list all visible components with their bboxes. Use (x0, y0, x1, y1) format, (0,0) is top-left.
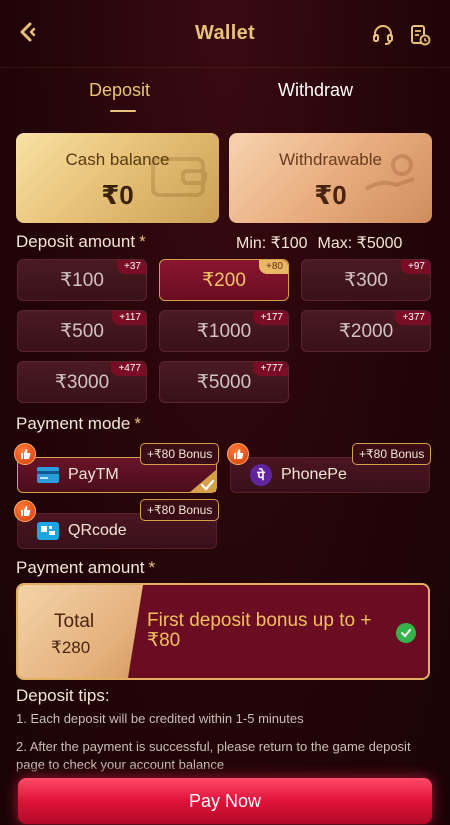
amount-label: ₹300 (344, 269, 388, 291)
payment-amount-box: Total ₹280 First deposit bonus up to +₹8… (16, 583, 430, 680)
back-arrow-icon (15, 20, 39, 49)
page-title: Wallet (195, 22, 255, 44)
withdrawable-card: Withdrawable ₹0 (229, 133, 432, 223)
deposit-limits: Min: ₹100 Max: ₹5000 (236, 233, 412, 253)
svg-text:पे: पे (256, 468, 265, 484)
thumbs-up-icon (14, 443, 36, 465)
min-deposit: Min: ₹100 (236, 235, 308, 252)
total-label: Total (54, 611, 95, 632)
bonus-badge: +117 (112, 311, 146, 325)
amount-label: ₹500 (60, 320, 104, 342)
pay-now-button[interactable]: Pay Now (18, 778, 432, 824)
bonus-badge: +177 (253, 311, 288, 325)
withdrawable-value: ₹0 (314, 180, 347, 210)
amount-label: ₹1000 (196, 320, 252, 342)
check-circle-icon (396, 623, 416, 643)
amount-option-5000[interactable]: ₹5000 +777 (159, 361, 289, 403)
qrcode-icon (36, 519, 60, 543)
amount-label: ₹5000 (196, 371, 252, 393)
payment-amount-title: Payment amount * (16, 558, 155, 578)
tip-item: 1. Each deposit will be credited within … (16, 711, 304, 726)
bonus-tag: +₹80 Bonus (352, 443, 432, 465)
required-mark: * (148, 558, 156, 577)
cash-balance-value: ₹0 (101, 180, 134, 210)
thumbs-up-icon (14, 500, 36, 522)
deposit-tips-title: Deposit tips: (16, 686, 110, 705)
required-mark: * (134, 414, 141, 433)
amount-option-3000[interactable]: ₹3000 +477 (17, 361, 147, 403)
tab-withdraw[interactable]: Withdraw (278, 80, 353, 101)
amount-option-2000[interactable]: ₹2000 +377 (301, 310, 431, 352)
cash-balance-card: Cash balance ₹0 (16, 133, 219, 223)
active-tab-indicator (110, 110, 136, 112)
payment-mode-title: Payment mode * (16, 414, 141, 434)
tab-bar: Deposit Withdraw (0, 80, 450, 116)
history-record-icon[interactable] (407, 22, 433, 48)
tab-deposit[interactable]: Deposit (89, 80, 150, 101)
selected-check-icon (190, 470, 216, 492)
total-value: ₹280 (51, 638, 91, 657)
phonepe-icon: पे (249, 463, 273, 487)
payment-method-name: QRcode (68, 522, 127, 539)
bonus-tag: +₹80 Bonus (140, 443, 220, 465)
amount-option-500[interactable]: ₹500 +117 (17, 310, 147, 352)
withdrawable-label: Withdrawable (279, 150, 382, 169)
amount-option-200[interactable]: ₹200 +80 (159, 259, 289, 301)
bonus-badge: +777 (253, 362, 288, 376)
bonus-tag: +₹80 Bonus (140, 499, 220, 521)
max-deposit: Max: ₹5000 (317, 235, 403, 252)
bonus-badge: +477 (111, 362, 146, 376)
amount-label: ₹2000 (338, 320, 394, 342)
amount-option-300[interactable]: ₹300 +97 (301, 259, 431, 301)
first-deposit-bonus-text: First deposit bonus up to +₹80 (147, 610, 372, 651)
deposit-amount-title: Deposit amount * (16, 232, 146, 252)
bonus-badge: +80 (259, 260, 288, 274)
cash-balance-label: Cash balance (65, 150, 170, 169)
bonus-badge: +37 (117, 260, 146, 274)
deposit-amount-label: Deposit amount (16, 232, 136, 251)
paytm-card-icon (36, 463, 60, 487)
thumbs-up-icon (227, 443, 249, 465)
payment-method-name: PhonePe (281, 466, 347, 483)
payment-mode-label: Payment mode (16, 414, 131, 433)
payment-amount-label: Payment amount (16, 558, 145, 577)
amount-option-1000[interactable]: ₹1000 +177 (159, 310, 289, 352)
bonus-badge: +377 (395, 311, 430, 325)
amount-option-100[interactable]: ₹100 +37 (17, 259, 147, 301)
required-mark: * (139, 232, 146, 251)
header: Wallet (0, 0, 450, 68)
amount-label: ₹100 (60, 269, 104, 291)
back-button[interactable] (14, 20, 40, 48)
bonus-badge: +97 (401, 260, 430, 274)
amount-label: ₹3000 (54, 371, 110, 393)
headset-icon[interactable] (370, 22, 396, 48)
amount-label: ₹200 (202, 269, 246, 291)
payment-method-name: PayTM (68, 466, 119, 483)
